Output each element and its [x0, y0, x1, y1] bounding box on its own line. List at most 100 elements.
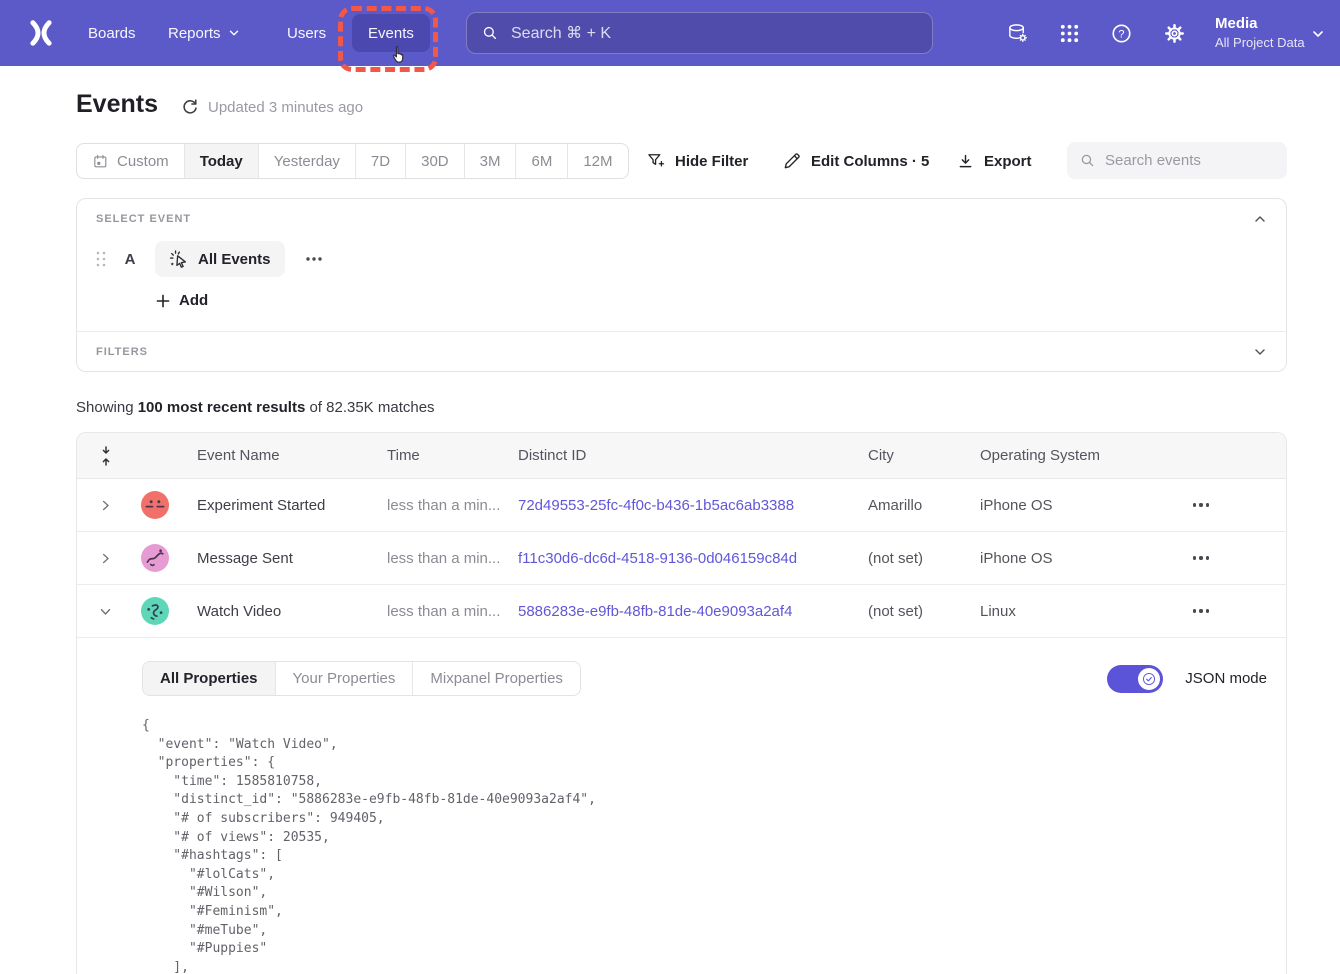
cell-event-name: Watch Video	[197, 603, 387, 620]
table-row-expanded[interactable]: Watch Video less than a min... 5886283e-…	[77, 585, 1286, 638]
row-more-options-button[interactable]	[1193, 495, 1219, 515]
cell-os: iPhone OS	[980, 550, 1187, 567]
hide-filter-button[interactable]: Hide Filter	[646, 145, 748, 177]
settings-gear-icon[interactable]	[1163, 22, 1186, 45]
event-json-viewer[interactable]: { "event": "Watch Video", "properties": …	[142, 717, 1286, 974]
table-row[interactable]: Experiment Started less than a min... 72…	[77, 479, 1286, 532]
date-custom-button[interactable]: Custom	[77, 144, 184, 178]
date-3m-button[interactable]: 3M	[464, 144, 516, 178]
cell-time: less than a min...	[387, 603, 518, 620]
collapse-rows-icon[interactable]	[97, 444, 115, 468]
date-30d-button[interactable]: 30D	[405, 144, 464, 178]
data-sources-icon[interactable]	[1006, 22, 1029, 45]
event-avatar	[141, 597, 169, 625]
tab-mixpanel-properties[interactable]: Mixpanel Properties	[412, 662, 580, 695]
avatar-face	[141, 544, 169, 572]
project-selector[interactable]: Media All Project Data	[1215, 14, 1305, 52]
edit-columns-label: Edit Columns · 5	[811, 153, 929, 170]
nav-item-boards[interactable]: Boards	[88, 0, 136, 66]
mixpanel-logo-icon[interactable]	[28, 20, 54, 46]
cell-city: (not set)	[868, 603, 980, 620]
column-header-time[interactable]: Time	[387, 447, 518, 464]
event-avatar	[141, 544, 169, 572]
cell-city: (not set)	[868, 550, 980, 567]
cell-event-name: Experiment Started	[197, 497, 387, 514]
export-button[interactable]: Export	[956, 145, 1032, 177]
results-summary-suffix: of 82.35K matches	[305, 399, 434, 416]
add-event-label: Add	[179, 292, 208, 309]
properties-tabs: All Properties Your Properties Mixpanel …	[142, 661, 581, 696]
table-row[interactable]: Message Sent less than a min... f11c30d6…	[77, 532, 1286, 585]
row-more-options-button[interactable]	[1193, 548, 1219, 568]
cell-time: less than a min...	[387, 550, 518, 567]
nav-item-reports[interactable]: Reports	[168, 0, 241, 66]
export-download-icon	[956, 152, 975, 171]
results-summary-prefix: Showing	[76, 399, 138, 416]
project-scope: All Project Data	[1215, 34, 1305, 52]
tab-all-properties[interactable]: All Properties	[143, 662, 275, 695]
events-search-box	[1067, 142, 1287, 179]
hide-filter-label: Hide Filter	[675, 153, 748, 170]
cell-city: Amarillo	[868, 497, 980, 514]
chevron-right-icon	[98, 498, 113, 513]
add-event-button[interactable]: Add	[155, 292, 208, 309]
drag-handle-icon[interactable]	[94, 249, 108, 269]
date-6m-button[interactable]: 6M	[515, 144, 567, 178]
event-more-options-button[interactable]	[302, 247, 326, 271]
toggle-knob	[1138, 668, 1160, 690]
column-header-city[interactable]: City	[868, 447, 980, 464]
table-header-row: Event Name Time Distinct ID City Operati…	[77, 433, 1286, 479]
edit-columns-button[interactable]: Edit Columns · 5	[782, 145, 929, 177]
cell-os: iPhone OS	[980, 497, 1187, 514]
cell-distinct-id-link[interactable]: 5886283e-e9fb-48fb-81de-40e9093a2af4	[518, 603, 868, 620]
nav-item-users[interactable]: Users	[287, 0, 326, 66]
row-collapse-button[interactable]	[93, 599, 117, 623]
date-12m-button[interactable]: 12M	[567, 144, 627, 178]
search-icon	[481, 24, 499, 42]
global-search-button[interactable]: Search ⌘ + K	[466, 12, 933, 54]
svg-text:?: ?	[1118, 28, 1124, 40]
filters-section-label: FILTERS	[96, 346, 148, 358]
chevron-down-icon	[1310, 26, 1326, 42]
tab-your-properties[interactable]: Your Properties	[275, 662, 413, 695]
select-event-label: SELECT EVENT	[96, 213, 191, 225]
avatar-face	[141, 491, 169, 519]
ellipsis-icon	[305, 256, 323, 262]
export-label: Export	[984, 153, 1032, 170]
date-yesterday-button[interactable]: Yesterday	[258, 144, 355, 178]
date-today-button[interactable]: Today	[184, 144, 258, 178]
events-search-input[interactable]	[1105, 152, 1265, 169]
row-expand-button[interactable]	[93, 546, 117, 570]
column-header-event-name[interactable]: Event Name	[197, 447, 387, 464]
column-header-os[interactable]: Operating System	[980, 447, 1187, 464]
cell-distinct-id-link[interactable]: f11c30d6-dc6d-4518-9136-0d046159c84d	[518, 550, 868, 567]
cell-time: less than a min...	[387, 497, 518, 514]
funnel-plus-icon	[646, 151, 666, 171]
event-query-row: A All Events	[94, 241, 326, 277]
help-icon[interactable]: ?	[1110, 22, 1133, 45]
row-more-options-button[interactable]	[1193, 601, 1219, 621]
all-events-selector[interactable]: All Events	[155, 241, 285, 277]
event-avatar	[141, 491, 169, 519]
check-icon	[1142, 672, 1156, 686]
row-expand-button[interactable]	[93, 493, 117, 517]
chevron-down-icon	[98, 604, 113, 619]
column-header-distinct-id[interactable]: Distinct ID	[518, 447, 868, 464]
page-title: Events	[76, 90, 158, 119]
chevron-down-icon[interactable]	[1252, 344, 1268, 360]
date-7d-button[interactable]: 7D	[355, 144, 405, 178]
cursor-sparkle-icon	[169, 249, 189, 269]
chevron-down-icon	[227, 26, 241, 40]
chevron-up-icon[interactable]	[1252, 211, 1268, 227]
event-row-letter: A	[123, 251, 137, 268]
avatar-face	[141, 597, 169, 625]
plus-icon	[155, 293, 171, 309]
date-range-control: Custom Today Yesterday 7D 30D 3M 6M 12M	[76, 143, 629, 179]
refresh-icon[interactable]	[180, 97, 200, 117]
json-mode-toggle[interactable]	[1107, 665, 1163, 693]
nav-item-events[interactable]: Events	[352, 14, 430, 52]
date-custom-label: Custom	[117, 153, 169, 170]
cell-distinct-id-link[interactable]: 72d49553-25fc-4f0c-b436-1b5ac6ab3388	[518, 497, 868, 514]
json-mode-label: JSON mode	[1185, 670, 1267, 687]
apps-grid-icon[interactable]	[1058, 22, 1081, 45]
